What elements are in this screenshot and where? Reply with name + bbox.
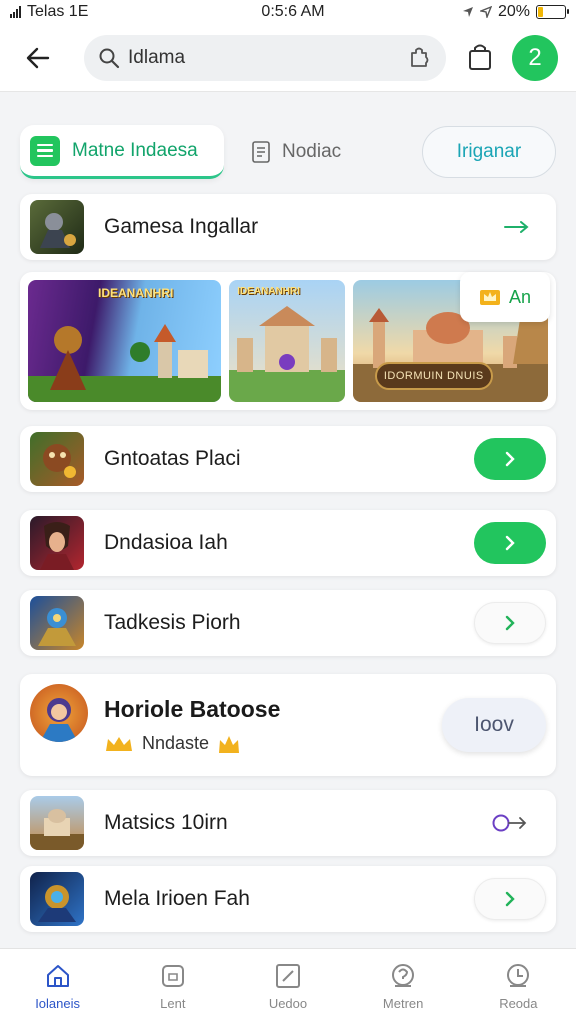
open-button[interactable] (474, 522, 546, 564)
banner-image: IDEANANHRI (229, 280, 345, 402)
list-item-title: Dndasioa Iah (104, 531, 228, 554)
search-input[interactable]: Idlama (128, 47, 398, 69)
battery-percent: 20% (497, 3, 530, 20)
document-icon (252, 141, 270, 163)
shield-icon (161, 965, 184, 987)
app-icon (30, 684, 88, 742)
home-icon (46, 965, 69, 987)
list-item-title: Matsics 10irn (104, 811, 228, 834)
app-icon (30, 432, 84, 486)
question-icon (392, 964, 415, 987)
nav-item-second[interactable]: Lent (123, 962, 223, 1011)
list-item[interactable]: Matsics 10irn (20, 790, 556, 856)
app-icon (30, 516, 84, 570)
app-icon (30, 872, 84, 926)
clock: 0:5:6 AM (261, 3, 325, 20)
nav-label: Uedoo (268, 996, 308, 1011)
list-item-title: Tadkesis Piorh (104, 611, 241, 634)
nav-item-fifth[interactable]: Reoda (468, 962, 568, 1011)
battery-icon (536, 5, 569, 19)
location-icon (462, 7, 473, 17)
banner-caption: IDORMUIN DNUIS (374, 362, 493, 390)
puzzle-icon[interactable] (406, 45, 432, 71)
featured-card[interactable]: Horiole Batoose Nndaste Ioov (20, 674, 556, 776)
chevron-right-icon (505, 451, 515, 467)
filter-pill-button[interactable]: Iriganar (422, 126, 556, 178)
nav-item-third[interactable]: Uedoo (238, 962, 338, 1011)
nav-label: Metren (382, 996, 424, 1011)
tab-bar: Matne Indaesa Nodiac Iriganar (20, 124, 556, 180)
arrow-left-icon (26, 47, 50, 68)
open-button[interactable] (474, 438, 546, 480)
crown-icon (106, 736, 132, 751)
top-header: Idlama 2 (0, 24, 576, 92)
app-icon (30, 200, 84, 254)
nav-item-home[interactable]: Iolaneis (8, 962, 108, 1011)
tab-main-label: Matne Indaesa (72, 139, 198, 161)
chevron-right-icon (505, 615, 515, 631)
tab-main[interactable]: Matne Indaesa (20, 125, 224, 179)
list-item-title: Gamesa Ingallar (104, 215, 259, 238)
nav-label: Iolaneis (35, 996, 80, 1011)
bottom-navigation: Iolaneis Lent Uedoo Metren Reoda (0, 948, 576, 1024)
arrow-right-icon[interactable] (502, 217, 532, 237)
search-icon (99, 48, 120, 68)
search-bar[interactable]: Idlama (84, 34, 446, 81)
list-item[interactable]: Gntoatas Placi (20, 426, 556, 492)
banner-badge[interactable]: An (460, 272, 550, 322)
back-button[interactable] (18, 38, 58, 78)
list-item-title: Mela Irioen Fah (104, 887, 250, 910)
edit-icon (275, 964, 300, 988)
banner-image: IDEANANHRI (28, 280, 222, 402)
clock-icon (507, 964, 530, 987)
tab-secondary[interactable]: Nodiac (250, 140, 341, 164)
nav-label: Lent (160, 996, 186, 1011)
avatar[interactable]: 2 (512, 34, 558, 81)
list-item[interactable]: Gamesa Ingallar (20, 194, 556, 260)
app-icon (30, 596, 84, 650)
battery-level (538, 7, 544, 17)
list-item[interactable]: Dndasioa Iah (20, 510, 556, 576)
tab-secondary-label: Nodiac (282, 141, 342, 162)
crown-icon (479, 290, 500, 305)
chevron-right-icon (505, 891, 515, 907)
featured-action-button[interactable]: Ioov (442, 698, 546, 752)
open-button[interactable] (474, 878, 546, 920)
featured-title: Horiole Batoose (104, 695, 281, 722)
app-icon (30, 796, 84, 850)
nav-label: Reoda (499, 996, 538, 1011)
list-item[interactable]: Tadkesis Piorh (20, 590, 556, 656)
nav-item-fourth[interactable]: Metren (353, 962, 453, 1011)
status-bar: Telas 1E 0:5:6 AM 20% (0, 0, 576, 24)
arrow-circle-icon[interactable] (492, 812, 532, 834)
list-icon (30, 135, 60, 166)
wifi-icon (479, 6, 492, 18)
banner-badge-label: An (508, 286, 532, 307)
featured-subtitle: Nndaste (142, 733, 210, 753)
signal-icon (10, 6, 21, 18)
list-item[interactable]: Mela Irioen Fah (20, 866, 556, 932)
crown-icon (219, 735, 240, 753)
list-item-title: Gntoatas Placi (104, 447, 241, 470)
shopping-bag-icon (469, 44, 491, 70)
carrier-label: Telas 1E (27, 3, 89, 20)
open-button[interactable] (474, 602, 546, 644)
shopping-bag-button[interactable] (460, 38, 500, 78)
chevron-right-icon (505, 535, 515, 551)
